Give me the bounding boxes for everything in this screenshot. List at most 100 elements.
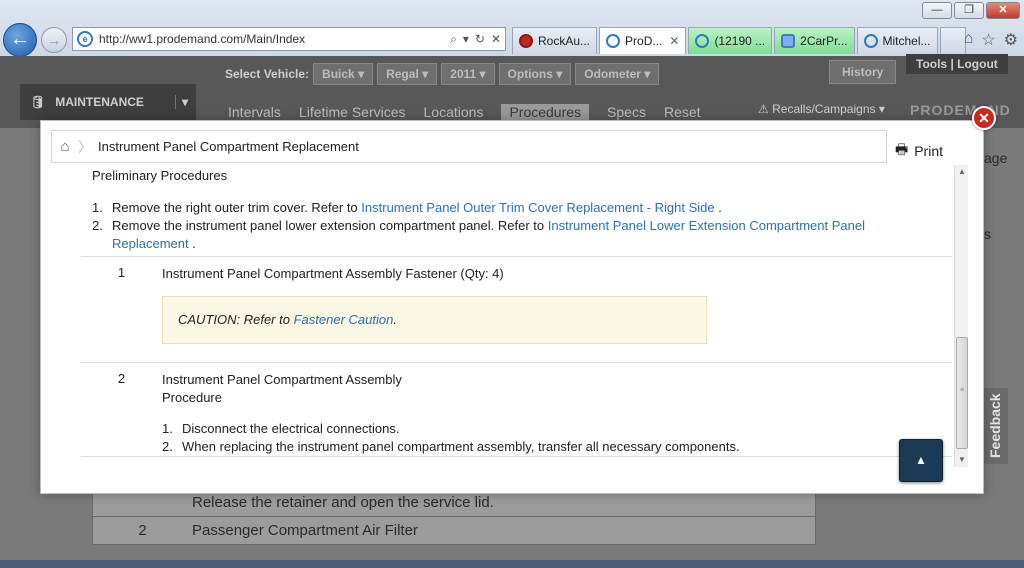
module-nav: Intervals Lifetime Services Locations Pr… — [228, 104, 701, 120]
module-selector[interactable]: 🛢 MAINTENANCE ▾ — [20, 84, 196, 120]
table-row: 1 Instrument Panel Compartment Assembly … — [81, 257, 952, 363]
vehicle-selector: Select Vehicle: Buick ▾ Regal ▾ 2011 ▾ O… — [225, 63, 660, 85]
list-item: 2. Remove the instrument panel lower ext… — [92, 217, 882, 253]
background-table: Release the retainer and open the servic… — [92, 487, 816, 545]
caution-box: CAUTION: Refer to Fastener Caution . — [162, 296, 707, 344]
stop-icon[interactable]: ✕ — [491, 32, 501, 47]
step-number: 2 — [117, 371, 126, 386]
home-icon[interactable]: ⌂ — [964, 30, 974, 50]
breadcrumb: ⌂ 〉 Instrument Panel Compartment Replace… — [51, 130, 887, 163]
print-button[interactable]: 🖶 Print — [895, 139, 943, 163]
row-number: 2 — [138, 522, 147, 539]
ie-tab-icon — [606, 34, 621, 48]
favorites-star-icon[interactable]: ☆ — [981, 30, 995, 50]
window-close-button[interactable]: ✕ — [986, 2, 1020, 19]
row-text: Release the retainer and open the servic… — [192, 493, 494, 511]
fastener-caution-link[interactable]: Fastener Caution — [294, 311, 394, 329]
item-text: When replacing the instrument panel comp… — [182, 439, 740, 454]
tab-prodemand[interactable]: ProD... ✕ — [599, 27, 687, 54]
tab-label: ProD... — [625, 34, 663, 48]
car-icon — [781, 34, 796, 48]
make-dropdown[interactable]: Buick ▾ — [313, 63, 374, 85]
item-text: Disconnect the electrical connections. — [182, 421, 400, 436]
tab-2carpros[interactable]: 2CarPr... — [774, 27, 855, 54]
modal-close-button[interactable]: ✕ — [972, 106, 996, 130]
home-icon[interactable]: ⌂ — [52, 138, 78, 155]
print-label: Print — [914, 143, 944, 159]
model-dropdown[interactable]: Regal ▾ — [377, 63, 438, 85]
recalls-link[interactable]: ⚠ Recalls/Campaigns ▾ — [758, 102, 885, 116]
procedure-modal: ⌂ 〉 Instrument Panel Compartment Replace… — [40, 120, 984, 494]
browser-right-icons: ⌂ ☆ ⚙ — [964, 30, 1018, 50]
preliminary-list: 1. Remove the right outer trim cover. Re… — [92, 199, 882, 253]
history-button[interactable]: History — [829, 60, 897, 84]
outer-trim-cover-link[interactable]: Instrument Panel Outer Trim Cover Replac… — [361, 200, 714, 215]
tools-logout-link[interactable]: Tools | Logout — [906, 54, 1008, 74]
tab-label: 2CarPr... — [800, 34, 848, 48]
warning-icon: ⚠ — [758, 102, 769, 116]
gear-icon[interactable]: ⚙ — [1004, 30, 1018, 50]
window-controls: — ❐ ✕ — [922, 2, 1020, 19]
tab-rockauto[interactable]: RockAu... — [512, 27, 598, 54]
options-dropdown[interactable]: Options ▾ — [498, 63, 572, 85]
module-label: MAINTENANCE — [55, 95, 144, 109]
steps-table: 1 Instrument Panel Compartment Assembly … — [81, 256, 952, 457]
scrollbar-thumb[interactable]: ≡ — [956, 337, 968, 449]
section-title: Preliminary Procedures — [92, 168, 228, 183]
restore-button[interactable]: ❐ — [954, 2, 984, 19]
tab-label: (12190 ... — [714, 34, 766, 48]
scroll-up-arrow-icon[interactable]: ▲ — [955, 165, 969, 179]
vertical-scrollbar[interactable]: ▲ ≡ ▼ — [954, 165, 968, 467]
nav-specs[interactable]: Specs — [607, 104, 646, 120]
url-text[interactable]: http://ww1.prodemand.com/Main/Index — [99, 32, 450, 46]
tab-label: Mitchel... — [882, 34, 931, 48]
step-title: Instrument Panel Compartment Assembly — [162, 372, 402, 387]
dropdown-icon[interactable]: ▾ — [463, 32, 469, 47]
item-number: 1. — [162, 421, 173, 436]
address-bar[interactable]: e http://ww1.prodemand.com/Main/Index ⌕ … — [72, 27, 506, 51]
year-dropdown[interactable]: 2011 ▾ — [441, 63, 495, 85]
back-button[interactable]: ← — [3, 23, 37, 57]
forward-button[interactable]: → — [41, 27, 67, 53]
item-text: Remove the instrument panel lower extens… — [112, 218, 548, 233]
feedback-tab[interactable]: Feedback — [983, 388, 1008, 464]
nav-procedures[interactable]: Procedures — [501, 104, 590, 120]
page-title: Instrument Panel Compartment Replacement — [98, 139, 359, 154]
minimize-button[interactable]: — — [922, 2, 952, 19]
caution-text: CAUTION: Refer to — [178, 312, 290, 327]
ie-tab-icon — [695, 34, 710, 48]
item-text-after: . — [188, 236, 196, 251]
tab-close-icon[interactable]: ✕ — [669, 34, 679, 48]
substep-list: 1. Disconnect the electrical connections… — [162, 420, 952, 456]
nav-locations[interactable]: Locations — [424, 104, 484, 120]
caution-after: . — [393, 312, 397, 327]
rockauto-icon — [519, 34, 533, 48]
recalls-label: Recalls/Campaigns — [772, 102, 876, 116]
scroll-down-arrow-icon[interactable]: ▼ — [955, 453, 969, 467]
fragment-text: s — [984, 226, 991, 242]
tab-12190[interactable]: (12190 ... — [688, 27, 773, 54]
odometer-dropdown[interactable]: Odometer ▾ — [575, 63, 660, 85]
item-number: 2. — [162, 439, 173, 454]
item-number: 2. — [92, 218, 103, 233]
ie-tab-icon — [863, 34, 878, 48]
taskbar — [0, 560, 1024, 568]
nav-lifetime-services[interactable]: Lifetime Services — [299, 104, 406, 120]
item-text-after: . — [714, 200, 722, 215]
nav-intervals[interactable]: Intervals — [228, 104, 281, 120]
table-row: 2 Instrument Panel Compartment Assembly … — [81, 363, 952, 457]
step-body: Instrument Panel Compartment Assembly Fa… — [162, 257, 952, 362]
step-body: Instrument Panel Compartment Assembly Pr… — [162, 363, 952, 456]
refresh-icon[interactable]: ↻ — [475, 32, 485, 47]
new-tab-button[interactable] — [939, 27, 966, 54]
background-right-fragments: age s — [984, 140, 1008, 560]
item-text: Remove the right outer trim cover. Refer… — [112, 200, 362, 215]
back-to-top-button[interactable]: ▲ — [899, 439, 943, 482]
nav-reset[interactable]: Reset — [664, 104, 701, 120]
list-item: 2. When replacing the instrument panel c… — [162, 438, 952, 456]
tab-mitchell[interactable]: Mitchel... — [856, 27, 938, 54]
search-icon[interactable]: ⌕ — [450, 32, 457, 47]
printer-icon: 🖶 — [895, 141, 909, 157]
oil-can-icon: 🛢 — [30, 95, 46, 109]
row-text: Passenger Compartment Air Filter — [192, 522, 418, 539]
